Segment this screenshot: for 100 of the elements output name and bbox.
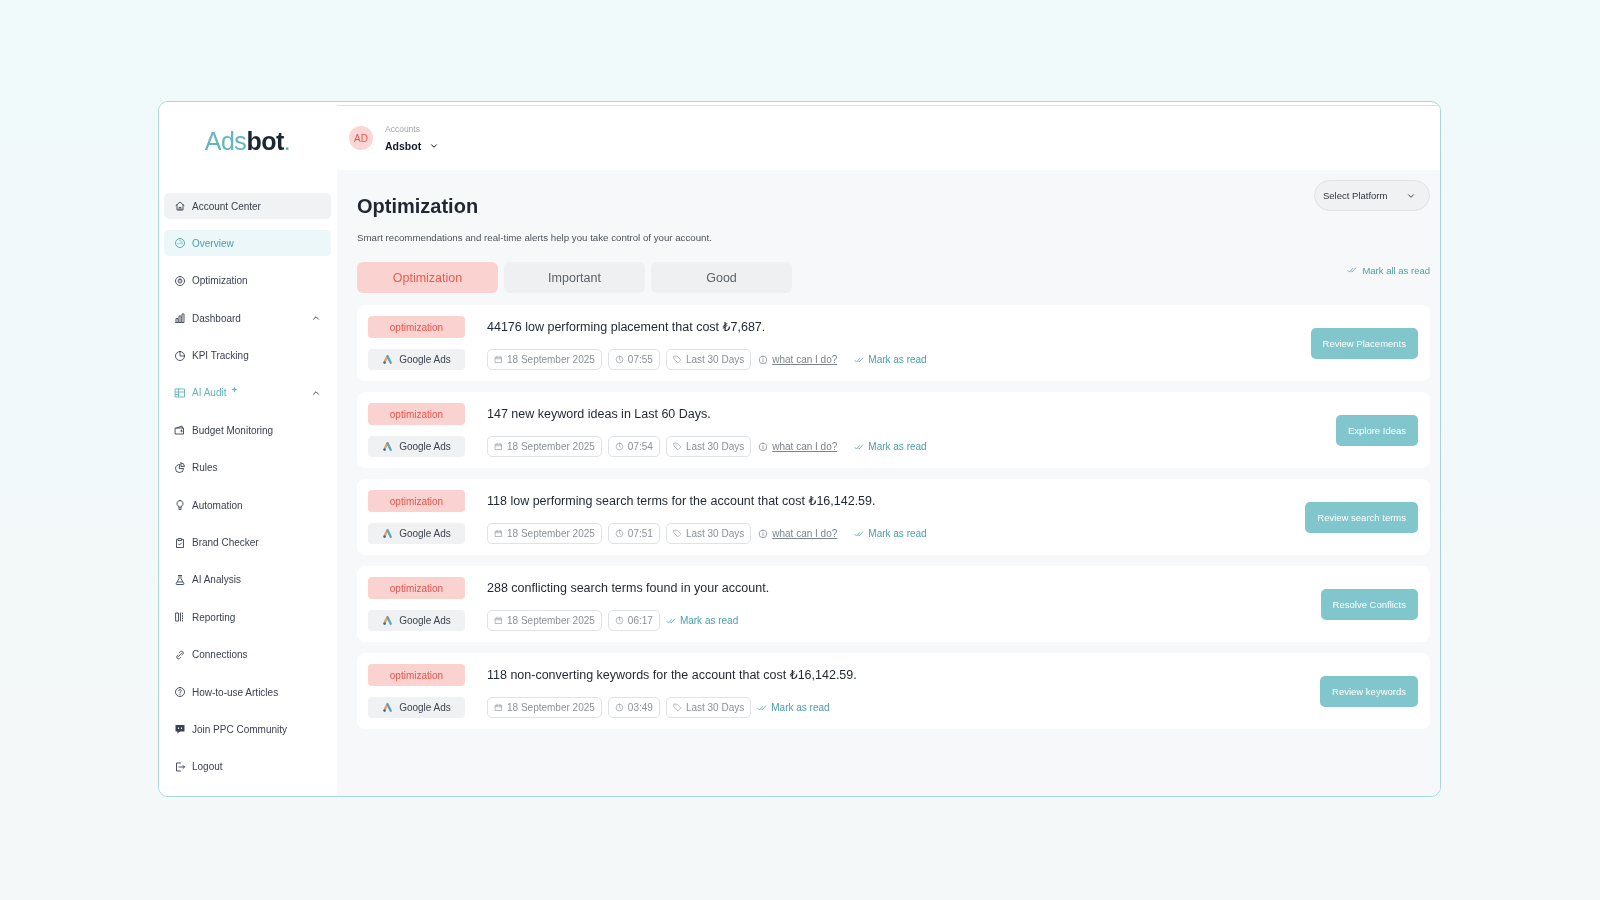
sidebar-item[interactable]: Join PPC Community [164,716,331,743]
lightbulb-icon [174,499,186,512]
bar-chart-icon [174,312,186,325]
platform-name: Google Ads [399,528,451,539]
logo: Adsbot. [204,126,291,156]
calendar-icon [494,355,503,364]
period-text: Last 30 Days [685,354,745,365]
double-check-icon [757,702,768,713]
double-check-icon [854,354,865,365]
period-text: Last 30 Days [685,702,745,713]
date-text: 18 September 2025 [507,702,595,713]
flask-icon [174,573,186,586]
help-link[interactable]: what can I do? [758,441,838,452]
calendar-icon [494,616,503,625]
account-caption: Accounts [385,123,420,135]
category-tag: optimization [368,316,465,338]
sidebar-item[interactable]: Overview [164,230,331,257]
sidebar-item[interactable]: Connections [164,641,331,668]
alert-title: 118 non-converting keywords for the account that cost ₺16,142.59. [487,667,858,684]
sidebar-item[interactable]: Logout [164,753,331,780]
period-text: Last 30 Days [685,528,745,539]
platform-name: Google Ads [399,615,451,626]
filter-tab[interactable]: Good [651,262,792,293]
double-check-icon [1347,265,1358,275]
sidebar-item[interactable]: Brand Checker [164,529,331,556]
logo-icon [382,528,394,539]
chevron-down-icon [429,141,440,151]
home-icon [174,200,186,212]
tag-icon [672,703,682,712]
platform-select[interactable]: Select Platform [1314,180,1430,211]
logo-icon [382,702,394,713]
time-text: 07:51 [627,528,653,539]
help-link[interactable]: what can I do? [758,354,838,365]
double-check-icon [665,615,676,626]
time-text: 03:49 [627,702,653,713]
account-center-button[interactable]: Account Center [164,193,331,219]
calendar-icon [494,703,503,712]
mark-as-read-link[interactable]: Mark as read [757,702,830,713]
clock-icon [614,355,624,364]
platform-name: Google Ads [399,702,451,713]
alert-title: 118 low performing search terms for the account that cost ₺16,142.59. [487,493,877,510]
mark-all-read-link[interactable]: Mark all as read [1347,263,1430,277]
mark-as-read-link[interactable]: Mark as read [665,615,739,626]
clock-icon [614,703,624,712]
wallet-icon [174,424,186,437]
account-switcher[interactable]: Adsbot [385,139,440,153]
calendar-icon [494,529,503,538]
sidebar-item[interactable]: Rules [164,454,331,481]
chat-icon [174,723,186,736]
pie-chart-icon [174,461,186,474]
alert-title: 44176 low performing placement that cost ₺7,687. [487,319,767,336]
mark-as-read-link[interactable]: Mark as read [854,441,927,452]
category-tag: optimization [368,664,465,686]
tag-icon [672,529,682,538]
help-link[interactable]: what can I do? [758,528,838,539]
logo-icon [382,354,394,365]
logo-icon [382,615,394,626]
info-icon [758,354,769,365]
gauge-icon [174,237,186,250]
date-text: 18 September 2025 [507,441,595,452]
filter-tab[interactable]: Important [504,262,645,293]
columns-icon [174,611,186,624]
sidebar-item[interactable]: KPI Tracking [164,342,331,369]
mark-as-read-link[interactable]: Mark as read [854,354,927,365]
time-text: 07:55 [627,354,653,365]
sidebar-item[interactable]: How-to-use Articles [164,679,331,706]
sparkle-icon [231,385,239,393]
clock-icon [614,616,624,625]
double-check-icon [854,528,865,539]
sidebar-item[interactable]: Budget Monitoring [164,417,331,444]
platform-name: Google Ads [399,354,451,365]
category-tag: optimization [368,577,465,599]
pie-chart-icon [174,349,186,362]
sidebar-item[interactable]: Automation [164,492,331,519]
clipboard-check-icon [174,536,186,549]
sidebar-item[interactable]: AI Analysis [164,566,331,593]
clock-icon [614,442,624,451]
calendar-icon [494,442,503,451]
clock-icon [614,529,624,538]
tag-icon [672,355,682,364]
table-icon [174,386,186,399]
sidebar-item[interactable]: Dashboard [164,305,331,332]
logout-icon [174,760,186,773]
link-icon [174,648,186,661]
sidebar-item[interactable]: Optimization [164,267,331,294]
target-icon [174,274,186,287]
tag-icon [672,442,682,451]
info-icon [758,528,769,539]
category-tag: optimization [368,490,465,512]
platform-name: Google Ads [399,441,451,452]
mark-as-read-link[interactable]: Mark as read [854,528,927,539]
page-subtitle: Smart recommendations and real-time alerts help you take control of your account. [357,231,713,245]
time-text: 07:54 [627,441,653,452]
help-icon [174,686,186,699]
sidebar-item[interactable]: Reporting [164,604,331,631]
date-text: 18 September 2025 [507,528,595,539]
category-tag: optimization [368,403,465,425]
logo-icon [382,441,394,452]
page-title: Optimization [357,195,479,217]
period-text: Last 30 Days [685,441,745,452]
